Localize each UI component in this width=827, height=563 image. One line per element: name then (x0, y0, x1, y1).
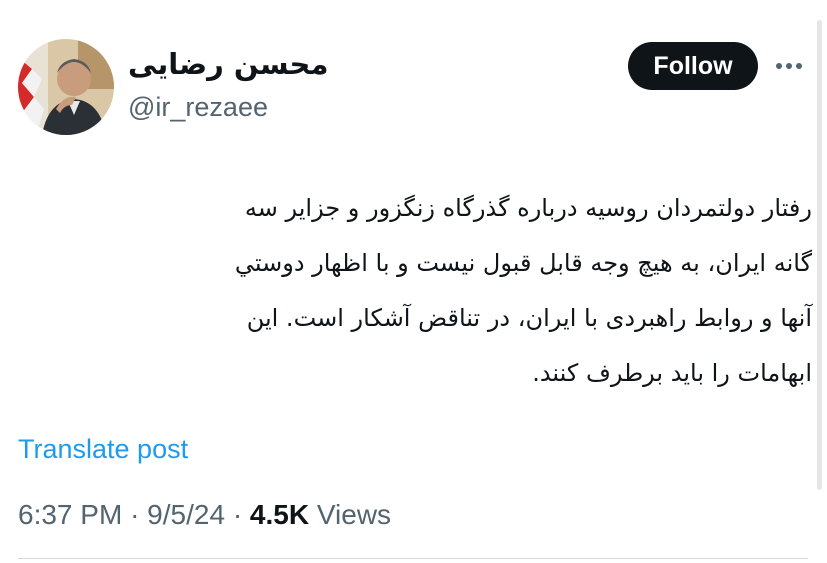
display-name[interactable]: محسن رضایی (128, 44, 328, 84)
views-label: Views (316, 499, 392, 530)
tweet-text-line: آنها و روابط راهبردی با ایران، در تناقض … (246, 304, 812, 332)
post-time[interactable]: 6:37 PM (18, 499, 122, 530)
more-horizontal-icon (776, 63, 802, 69)
more-options-button[interactable] (772, 52, 806, 80)
meta-separator: · (232, 499, 243, 530)
follow-button[interactable]: Follow (628, 42, 758, 90)
scrollbar[interactable] (817, 20, 822, 490)
tweet-text: رفتار دولتمردان روسیه درباره گذرگاه زنگز… (18, 181, 812, 401)
tweet-text-line: ابهامات را باید برطرف کنند. (532, 359, 812, 387)
meta-separator: · (130, 499, 140, 530)
views-count: 4.5K (249, 499, 310, 530)
divider (18, 558, 808, 559)
username-handle[interactable]: @ir_rezaee (128, 88, 268, 126)
post-date[interactable]: 9/5/24 (147, 499, 225, 530)
tweet-text-line: رفتار دولتمردان روسیه درباره گذرگاه زنگز… (244, 194, 812, 222)
tweet-text-line: گانه ایران، به هیچ وجه قابل قبول نیست و … (234, 249, 812, 277)
tweet-card: محسن رضایی @ir_rezaee Follow رفتار دولتم… (0, 0, 827, 563)
tweet-metadata: 6:37 PM · 9/5/24 · 4.5K Views (18, 496, 391, 534)
avatar[interactable] (18, 39, 114, 135)
profile-photo-icon (18, 39, 114, 135)
translate-post-link[interactable]: Translate post (18, 432, 188, 466)
